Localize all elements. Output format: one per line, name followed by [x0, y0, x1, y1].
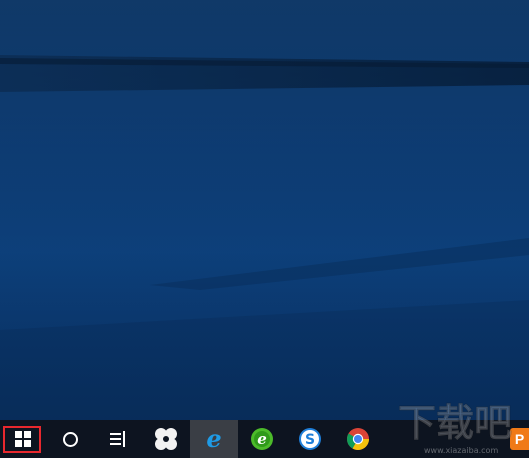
desktop: e e S P 下载吧 www.xiazaiba.com: [0, 0, 529, 458]
svg-text:S: S: [305, 432, 315, 448]
svg-text:e: e: [257, 430, 267, 448]
cortana-button[interactable]: [46, 420, 94, 458]
taskbar-app-sogou-browser[interactable]: S: [286, 420, 334, 458]
cortana-search-icon: [62, 431, 78, 447]
taskbar: e e S: [0, 420, 529, 458]
taskbar-app-internet-explorer[interactable]: e: [190, 420, 238, 458]
windows-10-wallpaper: [0, 0, 529, 420]
internet-explorer-icon: e: [206, 424, 222, 453]
green-browser-icon: e: [251, 428, 273, 450]
start-button[interactable]: [0, 420, 46, 458]
task-view-icon: [110, 431, 125, 447]
tray-app-label: P: [514, 431, 525, 447]
pinwheel-app-icon: [155, 428, 177, 450]
taskbar-app-chrome[interactable]: [334, 420, 382, 458]
start-button-highlight: [3, 426, 41, 453]
taskbar-app-green-browser[interactable]: e: [238, 420, 286, 458]
sogou-browser-icon: S: [299, 428, 321, 450]
task-view-button[interactable]: [94, 420, 142, 458]
chrome-icon: [347, 428, 369, 450]
taskbar-app-pinwheel[interactable]: [142, 420, 190, 458]
tray-app-button[interactable]: P: [510, 428, 529, 450]
